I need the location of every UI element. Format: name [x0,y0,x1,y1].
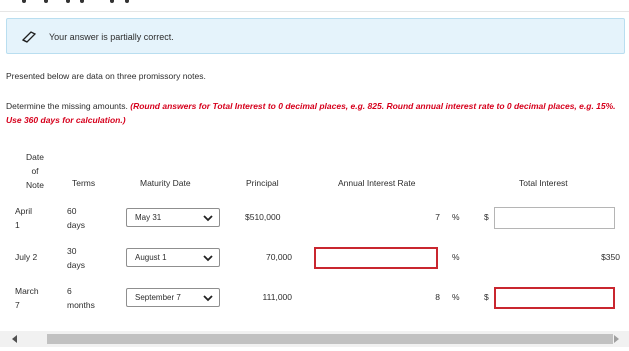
row2-date-line1: July 2 [15,252,38,262]
arrow-left-icon[interactable] [12,335,17,343]
row1-terms-line1: 60 [67,206,77,216]
row2-rate-input[interactable] [314,247,438,269]
row1-rate: 7 [435,212,440,222]
row2-maturity-value: August 1 [135,253,167,262]
row1-date-line1: April [15,206,33,216]
arrow-right-icon[interactable] [614,335,619,343]
pencil-icon [22,31,36,43]
row1-date: April 1 [15,204,32,232]
row2-terms: 30 days [67,244,85,272]
header-maturity-date: Maturity Date [140,178,191,188]
instruction-prefix: Determine the missing amounts. [6,101,128,111]
header-date-of-note: Date of Note [20,150,50,192]
row1-principal: $510,000 [245,212,281,222]
row3-terms-line2: months [67,300,95,310]
row3-date: March 7 [15,284,39,312]
header-date-line2: of [31,166,39,176]
row2-total-interest: $350 [601,252,620,262]
header-terms: Terms [72,178,96,188]
row3-rate: 8 [435,292,440,302]
top-dots [0,0,140,3]
row3-total-interest-input[interactable] [494,287,615,309]
row1-rate-unit: % [452,212,460,222]
row3-date-line2: 7 [15,300,20,310]
row1-interest-prefix: $ [484,212,489,222]
banner-message: Your answer is partially correct. [49,32,174,42]
scrollbar-thumb[interactable] [47,334,613,344]
row3-interest-prefix: $ [484,292,489,302]
row1-total-interest-input[interactable] [494,207,615,229]
row3-maturity-select[interactable]: September 7 [126,288,220,307]
header-date-line3: Note [26,180,44,190]
header-total-interest: Total Interest [519,178,568,188]
row1-terms: 60 days [67,204,85,232]
row3-maturity-value: September 7 [135,293,181,302]
instruction-text: Determine the missing amounts. (Round an… [6,99,616,127]
feedback-banner: Your answer is partially correct. [6,18,625,54]
header-date-line1: Date [26,152,44,162]
row2-principal: 70,000 [266,252,292,262]
row2-terms-line1: 30 [67,246,77,256]
row1-terms-line2: days [67,220,85,230]
chevron-down-icon [203,295,213,302]
top-divider [0,0,629,12]
horizontal-scrollbar[interactable] [0,331,629,347]
row1-date-line2: 1 [15,220,20,230]
row2-terms-line2: days [67,260,85,270]
row3-principal: 111,000 [262,292,292,302]
row2-date: July 2 [15,250,37,264]
chevron-down-icon [203,215,213,222]
intro-text: Presented below are data on three promis… [6,71,206,81]
header-principal: Principal [246,178,279,188]
row2-maturity-select[interactable]: August 1 [126,248,220,267]
row1-maturity-select[interactable]: May 31 [126,208,220,227]
row3-terms-line1: 6 [67,286,72,296]
chevron-down-icon [203,255,213,262]
row3-date-line1: March [15,286,39,296]
row3-terms: 6 months [67,284,95,312]
header-annual-interest-rate: Annual Interest Rate [338,178,416,188]
row2-rate-unit: % [452,252,460,262]
row1-maturity-value: May 31 [135,213,162,222]
row3-rate-unit: % [452,292,460,302]
